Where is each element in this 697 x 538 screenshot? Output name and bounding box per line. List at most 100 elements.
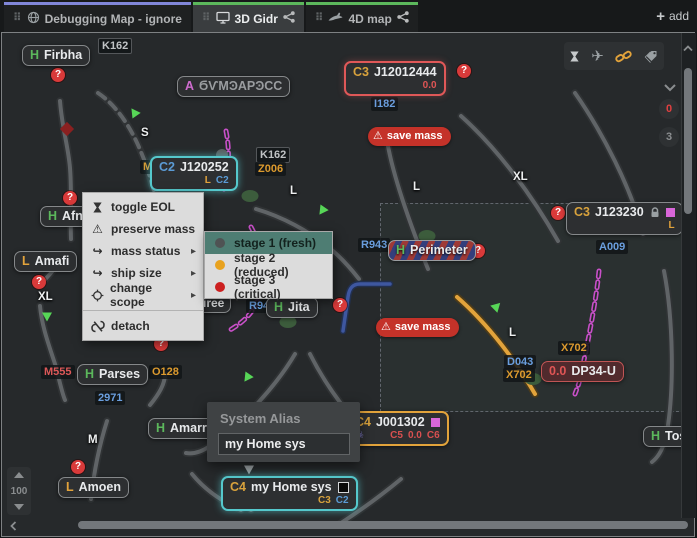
edge-label: S (138, 126, 152, 140)
tab-3d-gidr[interactable]: ⠿ 3D Gidr (193, 2, 304, 32)
system-node-my-home-sys[interactable]: C4my Home sysC3C2 (221, 476, 358, 511)
tab-label: Debugging Map - ignore (45, 12, 182, 26)
dialog-title: System Alias (220, 411, 300, 426)
red-count-badge[interactable]: 0 (659, 99, 679, 119)
system-node-amoen[interactable]: LAmoen (58, 477, 129, 498)
map-overlay-toolbar: ✈ (564, 42, 664, 70)
unknown-signature-badge: ? (333, 298, 347, 312)
edge-label: A009 (596, 240, 628, 254)
unknown-signature-badge: ? (32, 275, 46, 289)
system-node-j12012444[interactable]: C3J120124440.0 (344, 61, 446, 96)
scroll-up-icon[interactable] (683, 39, 693, 57)
edge-label: O128 (149, 365, 182, 379)
unknown-signature-badge: ? (457, 64, 471, 78)
menu-item-label: ship size (111, 266, 162, 280)
link-icon[interactable] (615, 49, 632, 64)
tab-label: 4D map (348, 12, 391, 26)
menu-item-label: change scope (110, 281, 185, 309)
pink-square-tag (666, 208, 675, 217)
gray-count-badge[interactable]: 3 (659, 127, 679, 147)
system-alias-dialog: System Alias (207, 402, 360, 462)
tab-debugging-map-ignore[interactable]: ⠿ Debugging Map - ignore (4, 2, 191, 32)
system-node-j123230[interactable]: C3J123230L (566, 202, 683, 235)
drag-handle-icon[interactable]: ⠿ (202, 13, 211, 24)
system-node-perimeter[interactable]: HPerimeter (388, 240, 476, 261)
edge-label: XL (510, 170, 531, 184)
menu-item-label: mass status (111, 244, 180, 258)
system-node-parses[interactable]: HParses (77, 364, 148, 385)
menu-item-label: preserve mass (111, 222, 195, 236)
jet-icon (328, 11, 343, 26)
system-alias-input[interactable] (218, 433, 350, 455)
tab-4d-map[interactable]: ⠿ 4D map (306, 2, 418, 32)
edge-label: L (506, 326, 519, 340)
menu-item-label: detach (111, 319, 150, 333)
zoom-in-button[interactable] (14, 472, 24, 478)
horizontal-scrollbar-thumb[interactable] (78, 521, 688, 529)
chevron-down-icon[interactable] (663, 79, 677, 97)
menu-item-change-scope[interactable]: change scope ▸ (83, 284, 203, 306)
system-node-j120252[interactable]: C2J120252LC2 (150, 156, 238, 191)
hourglass-icon[interactable] (569, 50, 580, 63)
tags-icon[interactable] (643, 50, 659, 63)
menu-item-preserve-mass[interactable]: ⚠ preserve mass (83, 218, 203, 240)
share-icon[interactable] (283, 11, 295, 26)
add-map-label: add (669, 9, 689, 23)
unknown-signature-badge: ? (551, 206, 565, 220)
menu-divider (83, 310, 203, 311)
drag-handle-icon[interactable]: ⠿ (315, 13, 324, 24)
pink-square-tag (431, 418, 440, 427)
warning-icon: ⚠ (381, 319, 391, 336)
menu-item-detach[interactable]: detach (83, 315, 203, 337)
edge-label: M (85, 433, 101, 447)
edge-label: X702 (558, 341, 590, 355)
save-mass-badge: ⚠save mass (368, 127, 451, 146)
edge-label: 2971 (95, 391, 125, 405)
submenu-caret-icon: ▸ (191, 290, 196, 301)
redo-arrow-icon: ↪ (90, 266, 105, 280)
warning-icon: ⚠ (90, 222, 105, 236)
edge-label: K162 (256, 147, 290, 163)
add-map-button[interactable]: + add (656, 0, 689, 32)
redo-arrow-icon: ↪ (90, 244, 105, 258)
vertical-scrollbar-thumb[interactable] (684, 68, 692, 214)
system-node-amarr[interactable]: HAmarr (148, 418, 215, 439)
system-node-j001302[interactable]: C4J001302☠C50.0C6 (346, 411, 449, 446)
menu-item-toggle-eol[interactable]: toggle EOL (83, 196, 203, 218)
submenu-item-label: stage 1 (fresh) (234, 236, 316, 250)
submenu-item-stage-3-critical[interactable]: stage 3 (critical) (205, 276, 332, 298)
unknown-signature-badge: ? (51, 68, 65, 82)
system-node-unknown-a[interactable]: AϬѴMϿΑΡϿϹϹ (177, 76, 290, 97)
connection-endpoint (242, 190, 259, 202)
direction-arrow-icon (244, 466, 254, 475)
map-tab-bar: ⠿ Debugging Map - ignore ⠿ 3D Gidr ⠿ 4D map +… (0, 0, 697, 32)
drag-handle-icon[interactable]: ⠿ (13, 13, 22, 24)
warning-icon: ⚠ (373, 128, 383, 145)
save-mass-badge: ⚠save mass (376, 318, 459, 337)
edge-label: X702 (503, 368, 535, 382)
zoom-out-button[interactable] (14, 504, 24, 510)
unknown-signature-badge: ? (63, 191, 77, 205)
submenu-item-label: stage 3 (critical) (234, 273, 322, 301)
edge-label: D043 (504, 355, 536, 369)
monitor-icon (216, 11, 230, 27)
lock-icon (650, 207, 660, 218)
wormhole-mapper-app: ⠿ Debugging Map - ignore ⠿ 3D Gidr ⠿ 4D map +… (0, 0, 697, 538)
plane-icon[interactable]: ✈ (591, 49, 604, 64)
zoom-control: 100 (7, 467, 31, 515)
share-icon[interactable] (397, 11, 409, 26)
edge-label: K162 (98, 38, 132, 54)
mass-stage-dot (215, 260, 225, 270)
system-node-amafi[interactable]: LAmafi (14, 251, 77, 272)
plus-icon: + (656, 8, 665, 25)
scroll-left-icon[interactable] (10, 518, 17, 536)
hourglass-icon (90, 201, 105, 214)
edge-label: L (410, 180, 423, 194)
system-node-firbha[interactable]: HFirbha (22, 45, 90, 66)
globe-icon (27, 11, 40, 27)
system-node-dp34-u[interactable]: 0.0DP34-U (541, 361, 624, 382)
menu-item-mass-status[interactable]: ↪mass status▸ (83, 240, 203, 262)
tab-label: 3D Gidr (235, 12, 278, 26)
connection-context-menu: toggle EOL ⚠ preserve mass ↪ mass status ▸ ↪ sh… (82, 192, 204, 341)
edge-label: I182 (371, 97, 398, 111)
